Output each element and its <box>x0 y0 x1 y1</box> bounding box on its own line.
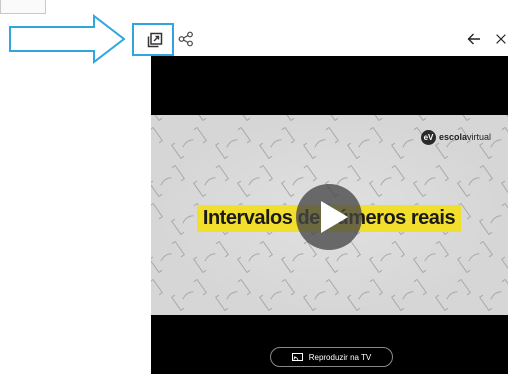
brand-logo: eV escola virtual <box>421 128 491 146</box>
close-icon[interactable] <box>494 27 508 51</box>
cast-icon <box>291 353 303 361</box>
cast-label: Reproduzir na TV <box>308 352 372 362</box>
share-icon[interactable] <box>175 28 197 50</box>
highlight-arrow <box>9 14 126 64</box>
brand-name-bold: escola <box>439 132 468 142</box>
brand-mark: eV <box>421 129 436 145</box>
popout-icon[interactable] <box>144 29 166 51</box>
video-frame[interactable]: eV escola virtual Intervalos de números … <box>151 115 508 315</box>
play-icon[interactable] <box>321 201 348 233</box>
video-player[interactable]: eV escola virtual Intervalos de números … <box>151 56 508 374</box>
text-field-fragment <box>0 0 46 14</box>
cast-to-tv-button[interactable]: Reproduzir na TV <box>270 347 393 367</box>
back-arrow-icon[interactable] <box>462 27 486 51</box>
brand-name-light: virtual <box>467 132 492 142</box>
